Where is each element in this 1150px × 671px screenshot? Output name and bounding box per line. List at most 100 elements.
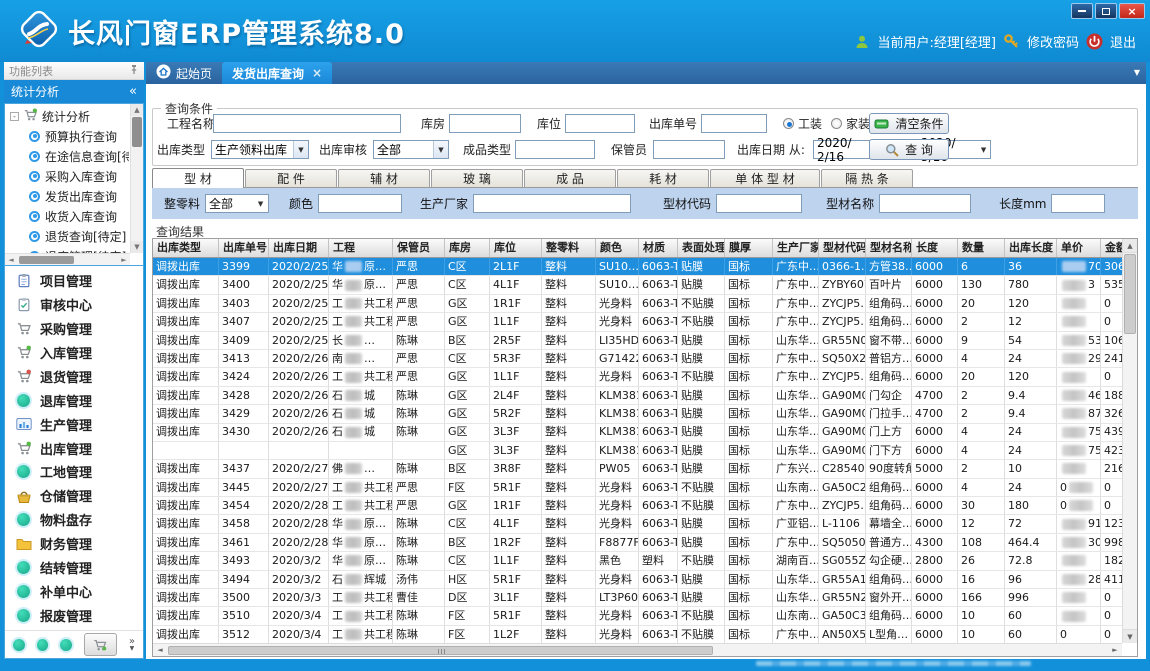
- sidebar-menu-item[interactable]: 审核中心: [5, 294, 143, 316]
- tree-item[interactable]: 退库管理[待定]: [7, 246, 129, 253]
- module-dot-icon[interactable]: [60, 639, 72, 651]
- sidebar-menu-item[interactable]: 生产管理: [5, 413, 143, 435]
- table-row[interactable]: 调拨出库35002020/3/3工共工程曹佳D区3L1F整料LT3P606063…: [153, 589, 1122, 607]
- tree-vertical-scrollbar[interactable]: ▲ ▼: [130, 104, 143, 253]
- material-tab-1[interactable]: 配 件: [245, 169, 337, 187]
- table-row[interactable]: 调拨出库34132020/2/26南…严思C区5R3F整料G714226063-…: [153, 350, 1122, 368]
- table-row[interactable]: 调拨出库34282020/2/26石城陈琳G区2L4F整料KLM38176063…: [153, 387, 1122, 405]
- maximize-button[interactable]: [1095, 3, 1117, 19]
- material-tab-0[interactable]: 型 材: [152, 168, 244, 188]
- location-input[interactable]: [565, 114, 635, 133]
- warehouse-input[interactable]: [449, 114, 521, 133]
- column-header[interactable]: 工程: [329, 239, 393, 257]
- tree-item[interactable]: 收货入库查询: [7, 206, 129, 226]
- sidebar-menu-item[interactable]: 补单中心: [5, 580, 143, 602]
- close-button[interactable]: ×: [1119, 3, 1145, 19]
- cart-module-button[interactable]: [84, 633, 117, 656]
- sidebar-menu-item[interactable]: 采购管理: [5, 318, 143, 340]
- material-tab-5[interactable]: 耗 材: [617, 169, 709, 187]
- table-row[interactable]: 调拨出库34542020/2/28工共工程严思G区1R1F整料光身料6063-T…: [153, 497, 1122, 515]
- material-tab-6[interactable]: 单 体 型 材: [710, 169, 820, 187]
- sidebar-menu-item[interactable]: 出库管理: [5, 437, 143, 459]
- change-password-link[interactable]: 修改密码: [1027, 32, 1079, 51]
- table-row[interactable]: 调拨出库34582020/2/28华原…陈琳C区4L1F整料光身料6063-T5…: [153, 515, 1122, 533]
- tab-close-icon[interactable]: ×: [312, 66, 322, 80]
- keeper-input[interactable]: [653, 140, 725, 159]
- column-header[interactable]: 金额: [1101, 239, 1122, 257]
- material-tab-7[interactable]: 隔 热 条: [821, 169, 913, 187]
- out-type-select[interactable]: 生产领料出库▼: [211, 140, 309, 159]
- table-row[interactable]: 调拨出库34032020/2/25工共工程严思G区1R1F整料光身料6063-T…: [153, 295, 1122, 313]
- material-tab-2[interactable]: 辅 材: [338, 169, 430, 187]
- module-dot-icon[interactable]: [13, 639, 25, 651]
- audit-select[interactable]: 全部▼: [373, 140, 449, 159]
- order-no-input[interactable]: [701, 114, 767, 133]
- column-header[interactable]: 出库单号: [219, 239, 269, 257]
- column-header[interactable]: 材质: [639, 239, 678, 257]
- product-type-input[interactable]: [515, 140, 595, 159]
- table-row[interactable]: 调拨出库34002020/2/25华原…严思C区4L1F整料SU10…6063-…: [153, 276, 1122, 294]
- material-tab-4[interactable]: 成 品: [524, 169, 616, 187]
- column-header[interactable]: 保管员: [393, 239, 445, 257]
- tree-item[interactable]: 退货查询[待定]: [7, 226, 129, 246]
- table-row[interactable]: 调拨出库35102020/3/4工共工程陈琳F区5R1F整料光身料6063-T5…: [153, 607, 1122, 625]
- pin-icon[interactable]: [129, 64, 139, 78]
- column-header[interactable]: 整零料: [542, 239, 596, 257]
- whole-select[interactable]: 全部▼: [205, 194, 269, 213]
- column-header[interactable]: 型材名称: [866, 239, 912, 257]
- table-row[interactable]: 调拨出库34942020/3/2石辉城汤伟H区5R1F整料光身料6063-T5贴…: [153, 571, 1122, 589]
- sidebar-section-header[interactable]: 统计分析 «: [4, 80, 144, 103]
- sidebar-menu-item[interactable]: 退库管理: [5, 389, 143, 411]
- sidebar-menu-item[interactable]: 退货管理: [5, 365, 143, 387]
- table-row[interactable]: 调拨出库35122020/3/4工共工程陈琳F区1L2F整料光身料6063-T5…: [153, 626, 1122, 643]
- tree-horizontal-scrollbar[interactable]: ◄ ►: [5, 253, 130, 265]
- sidebar-menu-item[interactable]: 工地管理: [5, 461, 143, 483]
- material-tab-3[interactable]: 玻 璃: [431, 169, 523, 187]
- table-row[interactable]: 调拨出库34372020/2/27佛…陈琳B区3R8F整料PW056063-T5…: [153, 460, 1122, 478]
- column-header[interactable]: 膜厚: [725, 239, 773, 257]
- sidebar-menu-item[interactable]: 仓储管理: [5, 485, 143, 507]
- column-header[interactable]: 生产厂家: [773, 239, 819, 257]
- table-vertical-scrollbar[interactable]: ▲ ▼: [1122, 239, 1137, 643]
- sidebar-menu-item[interactable]: 报废管理: [5, 604, 143, 626]
- table-row[interactable]: 调拨出库34242020/2/26工共工程严思G区1L1F整料光身料6063-T…: [153, 368, 1122, 386]
- tab-list-dropdown-icon[interactable]: ▼: [1134, 68, 1140, 77]
- tab-home[interactable]: 起始页: [146, 62, 222, 84]
- column-header[interactable]: 出库日期: [269, 239, 329, 257]
- search-button[interactable]: 查 询: [869, 139, 949, 160]
- project-name-input[interactable]: [213, 114, 401, 133]
- tree-item[interactable]: 预算执行查询: [7, 126, 129, 146]
- table-row[interactable]: 调拨出库34292020/2/26石城陈琳G区5R2F整料KLM38176063…: [153, 405, 1122, 423]
- sidebar-menu-item[interactable]: 财务管理: [5, 533, 143, 555]
- column-header[interactable]: 颜色: [596, 239, 639, 257]
- sidebar-menu-item[interactable]: 物料盘存: [5, 509, 143, 531]
- minimize-button[interactable]: [1071, 3, 1093, 19]
- sidebar-menu-item[interactable]: 入库管理: [5, 342, 143, 364]
- collapse-icon[interactable]: «: [129, 84, 137, 99]
- radio-jiazhuang[interactable]: 家装: [831, 114, 870, 133]
- column-header[interactable]: 表面处理: [678, 239, 725, 257]
- logout-link[interactable]: 退出: [1110, 32, 1136, 51]
- length-input[interactable]: [1051, 194, 1105, 213]
- column-header[interactable]: 长度: [912, 239, 958, 257]
- table-row[interactable]: 调拨出库34072020/2/25工共工程严思G区1L1F整料光身料6063-T…: [153, 313, 1122, 331]
- table-row[interactable]: 调拨出库33992020/2/25华原…严思C区2L1F整料SU10…6063-…: [153, 258, 1122, 276]
- table-row[interactable]: 调拨出库34612020/2/28华原…陈琳B区1R2F整料F8877FT606…: [153, 534, 1122, 552]
- column-header[interactable]: 数量: [958, 239, 1005, 257]
- table-row[interactable]: 调拨出库34452020/2/27工共工程严思F区5R1F整料光身料6063-T…: [153, 479, 1122, 497]
- column-header[interactable]: 单价: [1057, 239, 1101, 257]
- radio-gongzhuang[interactable]: 工装: [783, 114, 822, 133]
- tree-collapse-icon[interactable]: -: [10, 112, 19, 121]
- sidebar-menu-item[interactable]: 项目管理: [5, 270, 143, 292]
- sidebar-menu-item[interactable]: 结转管理: [5, 556, 143, 578]
- tab-shipment-outbound-query[interactable]: 发货出库查询 ×: [222, 62, 332, 84]
- clear-conditions-button[interactable]: 清空条件: [869, 113, 949, 134]
- more-modules-button[interactable]: »▼: [129, 638, 135, 652]
- column-header[interactable]: 出库长度: [1005, 239, 1057, 257]
- profile-name-input[interactable]: [879, 194, 971, 213]
- profile-code-input[interactable]: [716, 194, 802, 213]
- column-header[interactable]: 库房: [445, 239, 490, 257]
- column-header[interactable]: 库位: [490, 239, 542, 257]
- table-horizontal-scrollbar[interactable]: ◄ ►: [153, 643, 1122, 656]
- tree-item[interactable]: 在途信息查询[待: [7, 146, 129, 166]
